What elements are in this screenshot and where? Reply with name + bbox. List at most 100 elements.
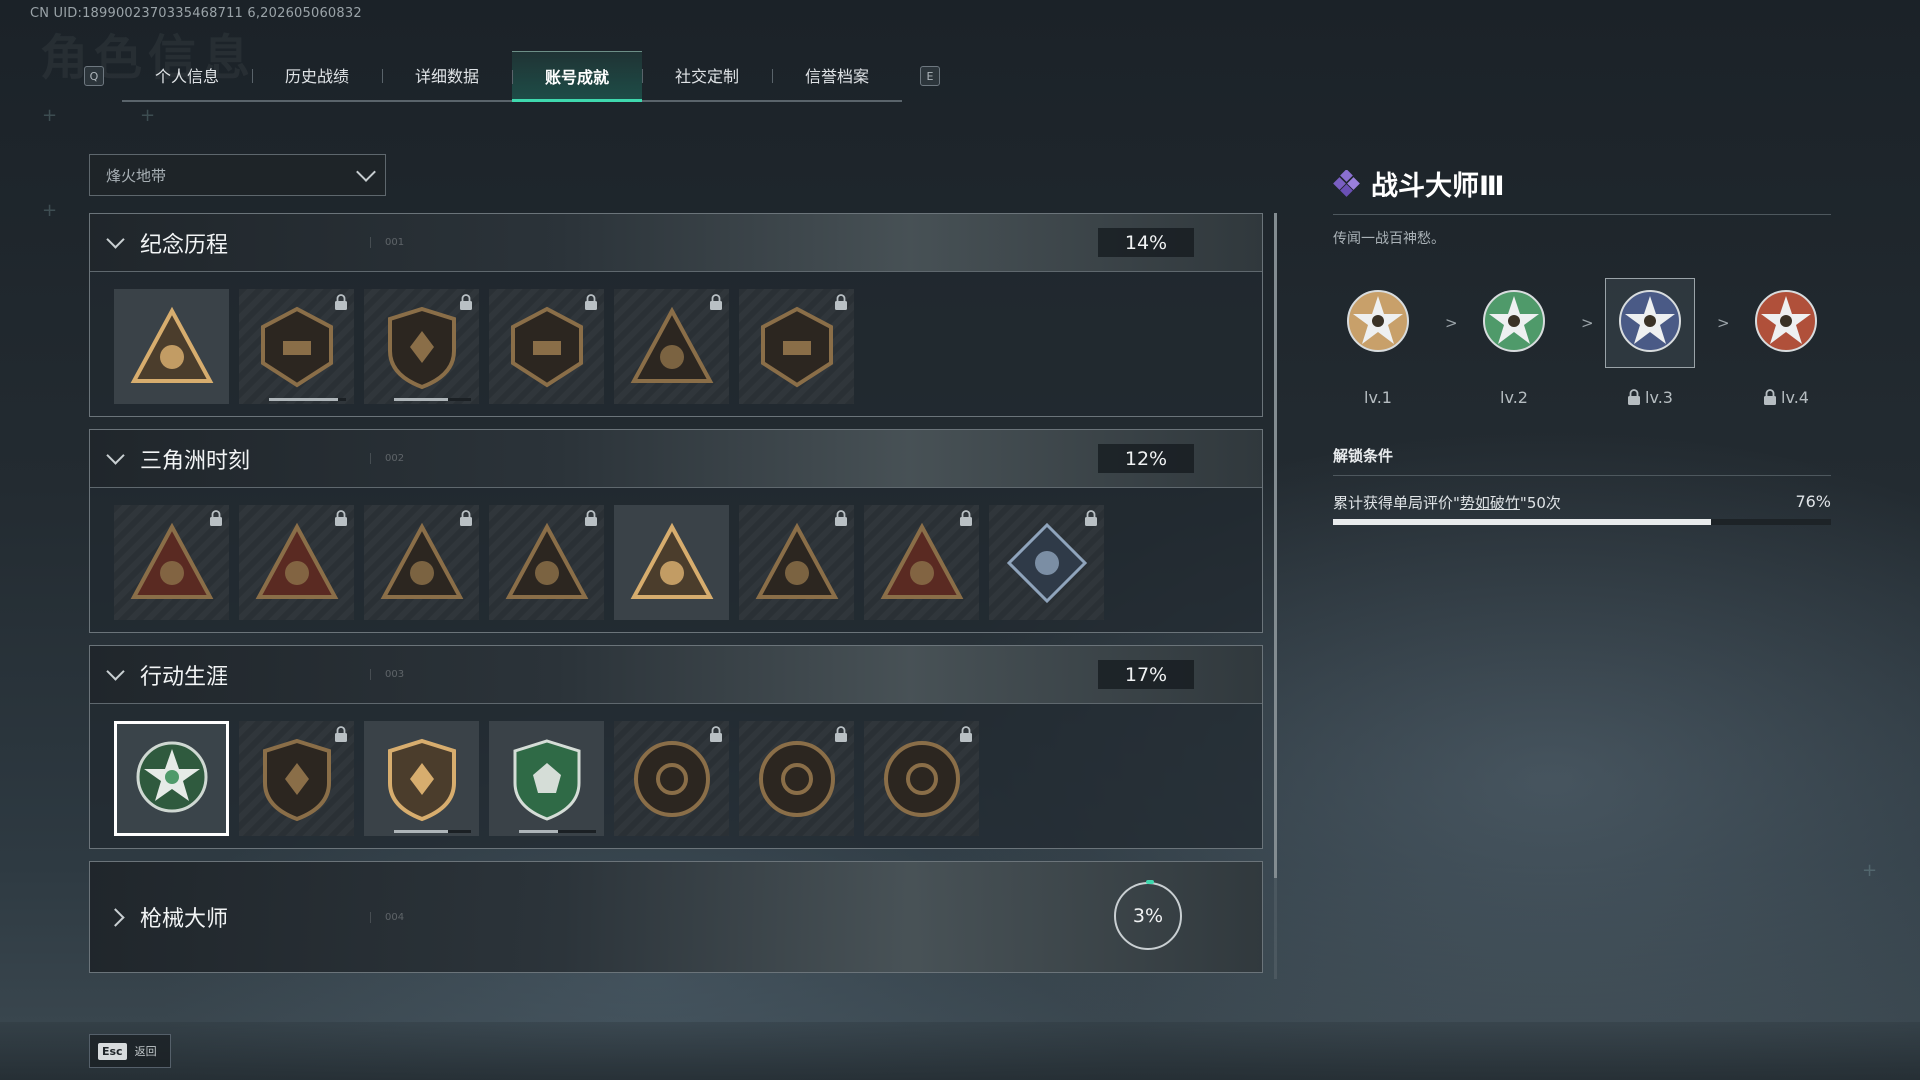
section-toggle[interactable] [90, 230, 140, 249]
achievement-section-list: 纪念历程 001 14% 三角洲时刻 002 12% 行动生涯 003 17% 枪械大师 004 3% [89, 213, 1263, 985]
level-label-text: lv.2 [1500, 388, 1528, 407]
lock-icon [460, 510, 472, 526]
badge-grid [90, 487, 1262, 632]
section-toggle[interactable] [90, 446, 140, 465]
badge-tile[interactable] [364, 721, 479, 836]
prev-tab-key-hint[interactable]: Q [84, 66, 104, 86]
level-badge[interactable] [1741, 278, 1831, 368]
helmet-circle-badge-icon [633, 740, 710, 817]
divider [1333, 475, 1831, 476]
mode-dropdown-value: 烽火地带 [106, 166, 167, 185]
badge-tile[interactable] [239, 505, 354, 620]
badge-progress-bar [269, 398, 346, 401]
esc-key-hint: Esc [98, 1042, 127, 1060]
lock-icon [710, 726, 722, 742]
requirement-progress-bar [1333, 519, 1831, 525]
badge-tile[interactable] [739, 721, 854, 836]
level-badge[interactable] [1469, 278, 1559, 368]
supply-triangle-badge-icon [130, 522, 213, 599]
badge-tile[interactable] [614, 721, 729, 836]
squad-triangle-badge-icon [630, 522, 713, 599]
triangle-shield-badge-icon [130, 306, 213, 383]
flower-diamond-badge-icon [1006, 522, 1087, 603]
hex-shield-badge-icon [387, 306, 456, 389]
tab-personal-info[interactable]: 个人信息 [122, 51, 252, 99]
level-item[interactable]: lv.2 [1469, 278, 1559, 407]
tab-account-achievements[interactable]: 账号成就 [512, 50, 642, 102]
badge-tile[interactable] [739, 505, 854, 620]
badge-tile[interactable] [989, 505, 1104, 620]
section-header[interactable]: 行动生涯 003 17% [90, 646, 1262, 703]
badge-tile[interactable] [489, 505, 604, 620]
lock-icon [585, 510, 597, 526]
badge-tile[interactable] [864, 505, 979, 620]
badge-grid [90, 703, 1262, 848]
lock-icon [335, 510, 347, 526]
badge-tile[interactable] [489, 289, 604, 404]
badge-tile[interactable] [114, 289, 229, 404]
section-number: 001 [370, 237, 404, 248]
lock-icon [960, 726, 972, 742]
chevron-down-icon [105, 230, 125, 249]
section-toggle[interactable] [90, 907, 140, 927]
tab-match-history[interactable]: 历史战绩 [252, 51, 382, 99]
section-header[interactable]: 三角洲时刻 002 12% [90, 430, 1262, 487]
level-badge[interactable] [1605, 278, 1695, 368]
deco-cross-icon: + [140, 105, 156, 126]
badge-tile[interactable] [364, 505, 479, 620]
section-title: 行动生涯 [140, 664, 229, 690]
scrollbar-thumb[interactable] [1274, 213, 1277, 878]
level-item[interactable]: lv.4 [1741, 278, 1831, 407]
back-button[interactable]: Esc 返回 [89, 1034, 171, 1068]
requirement-progress-fill [1333, 519, 1712, 525]
soldier-triangle-badge-icon [630, 306, 713, 383]
badge-tile[interactable] [114, 505, 229, 620]
section-header[interactable]: 纪念历程 001 14% [90, 214, 1262, 271]
badge-tile[interactable] [864, 721, 979, 836]
badge-progress-fill [519, 830, 558, 833]
ring-progress-arc [1146, 880, 1154, 884]
level-label: lv.2 [1469, 388, 1559, 407]
requirement-highlight[interactable]: 势如破竹 [1460, 494, 1520, 512]
level-item[interactable]: lv.1 [1333, 278, 1423, 407]
section-title: 纪念历程 [140, 232, 229, 258]
divider [1333, 214, 1831, 215]
level-label: lv.3 [1605, 388, 1695, 407]
mode-dropdown[interactable]: 烽火地带 [89, 154, 386, 196]
unlock-requirement: 累计获得单局评价"势如破竹"50次 76% [1333, 492, 1831, 513]
badge-tile[interactable] [239, 721, 354, 836]
requirement-suffix: "50次 [1519, 494, 1561, 512]
tab-credit-record[interactable]: 信誉档案 [772, 51, 902, 99]
level-item[interactable]: lv.3 [1605, 278, 1695, 407]
level-arrow-icon: > [1445, 314, 1458, 332]
badge-tile[interactable] [364, 289, 479, 404]
section-percent: 14% [1098, 228, 1194, 257]
tab-social-custom[interactable]: 社交定制 [642, 51, 772, 99]
badge-tile[interactable] [614, 505, 729, 620]
badge-tile[interactable] [739, 289, 854, 404]
lock-icon [585, 294, 597, 310]
next-tab-key-hint[interactable]: E [920, 66, 940, 86]
skull-circle-badge-icon [758, 740, 835, 817]
chevron-down-icon [105, 662, 125, 681]
eye-circle-badge-icon [883, 740, 960, 817]
section-header[interactable]: 枪械大师 004 3% [90, 862, 1262, 972]
section-number: 003 [370, 669, 404, 680]
level-badge[interactable] [1333, 278, 1423, 368]
section-title: 三角洲时刻 [140, 448, 251, 474]
section-toggle[interactable] [90, 662, 140, 681]
tab-bar: Q 个人信息 历史战绩 详细数据 账号成就 社交定制 信誉档案 E [84, 50, 940, 102]
crossed-rifles-badge-icon [760, 306, 833, 387]
chevron-down-icon [356, 162, 376, 182]
lock-icon [1628, 389, 1641, 405]
badge-tile[interactable] [614, 289, 729, 404]
badge-tile[interactable] [114, 721, 229, 836]
lock-icon [960, 510, 972, 526]
badge-tile[interactable] [489, 721, 604, 836]
tab-detailed-stats[interactable]: 详细数据 [382, 51, 512, 99]
requirement-progress-percent: 76% [1795, 492, 1831, 511]
level-progression: lv.1 > lv.2 > lv.3 > lv.4 [1333, 278, 1831, 408]
diver-triangle-badge-icon [880, 522, 963, 599]
badge-tile[interactable] [239, 289, 354, 404]
section-title: 枪械大师 [140, 907, 229, 932]
